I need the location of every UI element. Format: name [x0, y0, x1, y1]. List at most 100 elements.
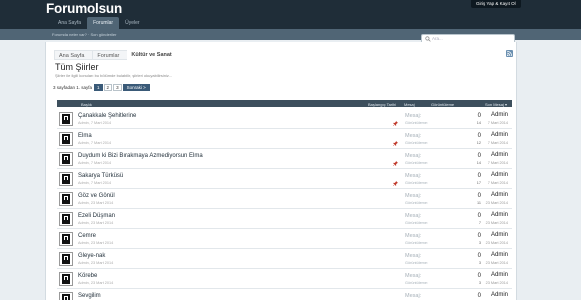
- col-header-start-date[interactable]: Başlangıç Tarihi: [368, 102, 396, 107]
- last-post-date[interactable]: 7 Mart 2014: [488, 161, 508, 165]
- messages-count: 0: [477, 153, 481, 159]
- avatar[interactable]: [59, 132, 73, 146]
- messages-count: 0: [477, 253, 481, 259]
- messages-count: 0: [477, 113, 481, 119]
- avatar[interactable]: [59, 172, 73, 186]
- messages-label: Mesaj:: [405, 173, 422, 179]
- avatar[interactable]: [59, 292, 73, 300]
- messages-label: Mesaj:: [405, 233, 422, 239]
- nav-tab-forums[interactable]: Forumlar: [87, 17, 120, 29]
- views-label: Görüntüleme:: [405, 241, 429, 245]
- pin-icon: [393, 113, 398, 126]
- avatar[interactable]: [59, 272, 73, 286]
- breadcrumb-current[interactable]: Kültür ve Sanat: [127, 50, 180, 60]
- views-count: 3: [478, 241, 481, 245]
- views-label: Görüntüleme:: [405, 261, 429, 265]
- breadcrumb: Ana Sayfa Forumlar Kültür ve Sanat: [54, 50, 180, 60]
- topic-row: SevgilimAdmin, 23 Mart 2014Mesaj:Görüntü…: [57, 289, 512, 300]
- last-post-user[interactable]: Admin: [491, 172, 508, 178]
- topic-author-date: Admin, 23 Mart 2014: [78, 201, 114, 205]
- avatar[interactable]: [59, 232, 73, 246]
- messages-label: Mesaj:: [405, 193, 422, 199]
- avatar[interactable]: [59, 212, 73, 226]
- breadcrumb-home[interactable]: Ana Sayfa: [54, 50, 94, 60]
- topic-title-link[interactable]: Duydum ki Bizi Bırakmaya Azmediyorsun El…: [78, 153, 203, 159]
- avatar[interactable]: [59, 192, 73, 206]
- topic-title-link[interactable]: Gleye-nak: [78, 253, 105, 259]
- nav-tab-members[interactable]: Üyeler: [119, 17, 145, 29]
- next-page-button[interactable]: Sonraki >: [122, 84, 150, 91]
- views-label: Görüntüleme:: [405, 141, 429, 145]
- last-post-user[interactable]: Admin: [491, 192, 508, 198]
- topic-title-link[interactable]: Sevgilim: [78, 293, 101, 299]
- views-label: Görüntüleme:: [405, 201, 429, 205]
- last-post-user[interactable]: Admin: [491, 292, 508, 298]
- last-post-user[interactable]: Admin: [491, 132, 508, 138]
- last-post-date[interactable]: 7 Mart 2014: [488, 181, 508, 185]
- main-content: Ana Sayfa Forumlar Kültür ve Sanat Tüm Ş…: [45, 42, 517, 300]
- topic-author-date: Admin, 7 Mart 2014: [78, 161, 112, 165]
- topic-title-link[interactable]: Göz ve Gönül: [78, 193, 115, 199]
- last-post-date[interactable]: 23 Mart 2014: [486, 281, 508, 285]
- last-post-user[interactable]: Admin: [491, 252, 508, 258]
- page-button-2[interactable]: 2: [103, 84, 113, 91]
- topic-title-link[interactable]: Körebe: [78, 273, 97, 279]
- last-post-date[interactable]: 7 Mart 2014: [488, 121, 508, 125]
- topic-row: Cemre Admin, 23 Mart 2014 Mesaj: Görüntülem…: [57, 229, 512, 249]
- sub-nav-links[interactable]: Forumda neler var? · Son gönderiler: [52, 32, 116, 37]
- topic-title-link[interactable]: Elma: [78, 133, 92, 139]
- topic-row: Göz ve Gönül Admin, 23 Mart 2014 Mesaj: Gör…: [57, 189, 512, 209]
- messages-label: Mesaj:: [405, 113, 422, 119]
- views-count: 7: [478, 221, 481, 225]
- page-button-1[interactable]: 1: [94, 84, 103, 91]
- login-register-button[interactable]: Giriş Yap & Kayıt Ol: [471, 0, 521, 8]
- topic-author-date: Admin, 7 Mart 2014: [78, 121, 112, 125]
- page-button-3[interactable]: 3: [113, 84, 122, 91]
- last-post-date[interactable]: 23 Mart 2014: [486, 221, 508, 225]
- messages-label: Mesaj:: [405, 213, 422, 219]
- col-header-messages[interactable]: Mesaj: [404, 102, 415, 107]
- avatar[interactable]: [59, 152, 73, 166]
- last-post-user[interactable]: Admin: [491, 112, 508, 118]
- views-count: 14: [476, 161, 481, 165]
- last-post-user[interactable]: Admin: [491, 272, 508, 278]
- topic-title-link[interactable]: Ezeli Düşman: [78, 213, 115, 219]
- pin-icon: [393, 153, 398, 166]
- last-post-date[interactable]: 23 Mart 2014: [486, 201, 508, 205]
- pin-icon: [393, 133, 398, 146]
- topic-title-link[interactable]: Çanakkale Şehitlerine: [78, 113, 136, 119]
- rss-icon[interactable]: [506, 50, 513, 57]
- views-count: 3: [478, 281, 481, 285]
- last-post-date[interactable]: 23 Mart 2014: [486, 241, 508, 245]
- views-count: 3: [478, 261, 481, 265]
- col-header-last-message[interactable]: Son Mesaj ▾: [485, 102, 507, 107]
- views-count: 14: [476, 121, 481, 125]
- messages-label: Mesaj:: [405, 253, 422, 259]
- avatar[interactable]: [59, 112, 73, 126]
- last-post-user[interactable]: Admin: [491, 152, 508, 158]
- last-post-user[interactable]: Admin: [491, 212, 508, 218]
- topic-title-link[interactable]: Sakarya Türküsü: [78, 173, 123, 179]
- nav-tab-home[interactable]: Ana Sayfa: [52, 17, 87, 29]
- last-post-date[interactable]: 23 Mart 2014: [486, 261, 508, 265]
- avatar[interactable]: [59, 252, 73, 266]
- topic-author-date: Admin, 23 Mart 2014: [78, 261, 114, 265]
- last-post-user[interactable]: Admin: [491, 232, 508, 238]
- page-title: Tüm Şiirler: [55, 62, 99, 72]
- breadcrumb-forums[interactable]: Forumlar: [92, 50, 129, 60]
- col-header-views[interactable]: Görüntüleme: [431, 102, 454, 107]
- views-label: Görüntüleme:: [405, 161, 429, 165]
- messages-count: 0: [477, 133, 481, 139]
- pin-icon: [393, 173, 398, 186]
- topic-title-link[interactable]: Cemre: [78, 233, 96, 239]
- col-header-title[interactable]: Başlık: [81, 102, 92, 107]
- messages-count: 0: [477, 193, 481, 199]
- messages-count: 0: [477, 233, 481, 239]
- views-label: Görüntüleme:: [405, 281, 429, 285]
- topic-row: Çanakkale Şehitlerine Admin, 7 Mart 2014 M…: [57, 109, 512, 129]
- messages-count: 0: [477, 173, 481, 179]
- topic-author-date: Admin, 23 Mart 2014: [78, 221, 114, 225]
- site-logo[interactable]: Forumolsun: [46, 1, 122, 16]
- topic-row: Elma Admin, 7 Mart 2014 Mesaj: Görüntüleme:…: [57, 129, 512, 149]
- last-post-date[interactable]: 7 Mart 2014: [488, 141, 508, 145]
